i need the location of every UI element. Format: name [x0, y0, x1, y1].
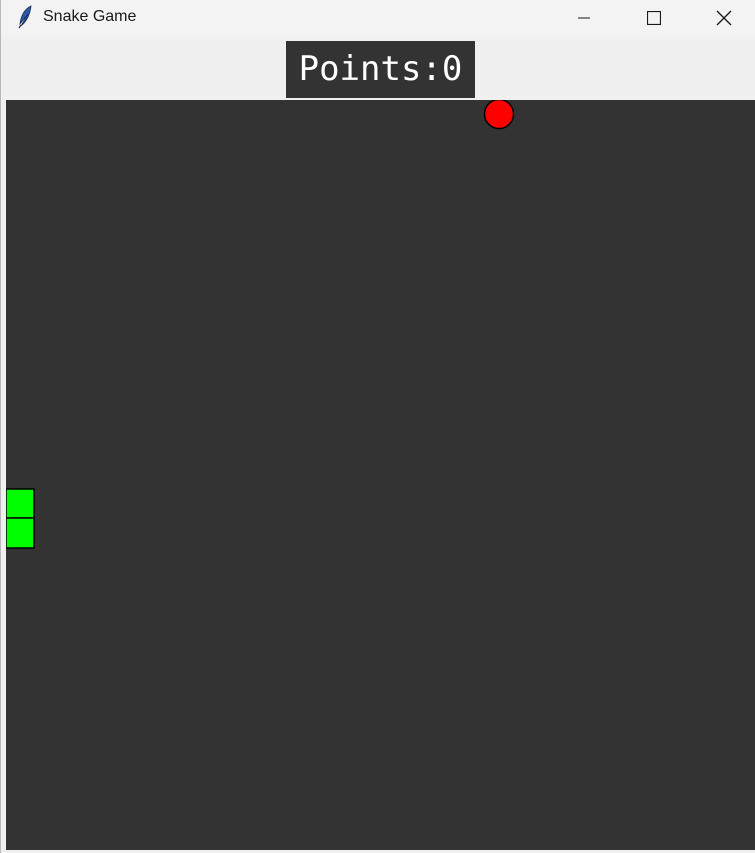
game-board[interactable]: [6, 100, 755, 850]
close-icon: [716, 10, 732, 26]
points-label: Points:0: [286, 41, 475, 98]
window-title: Snake Game: [43, 8, 137, 25]
snake-segment: [6, 517, 35, 549]
feather-icon: [18, 5, 32, 29]
minimize-button[interactable]: [549, 0, 619, 36]
board-canvas: [6, 100, 515, 549]
snake-segment: [6, 488, 35, 519]
score-bar: Points:0: [1, 36, 755, 100]
maximize-icon: [647, 11, 661, 25]
close-button[interactable]: [689, 0, 755, 36]
food: [483, 100, 515, 130]
minimize-icon: [578, 17, 590, 19]
game-window: Snake Game Points:0: [0, 0, 755, 853]
maximize-button[interactable]: [619, 0, 689, 36]
title-bar[interactable]: Snake Game: [1, 0, 755, 36]
